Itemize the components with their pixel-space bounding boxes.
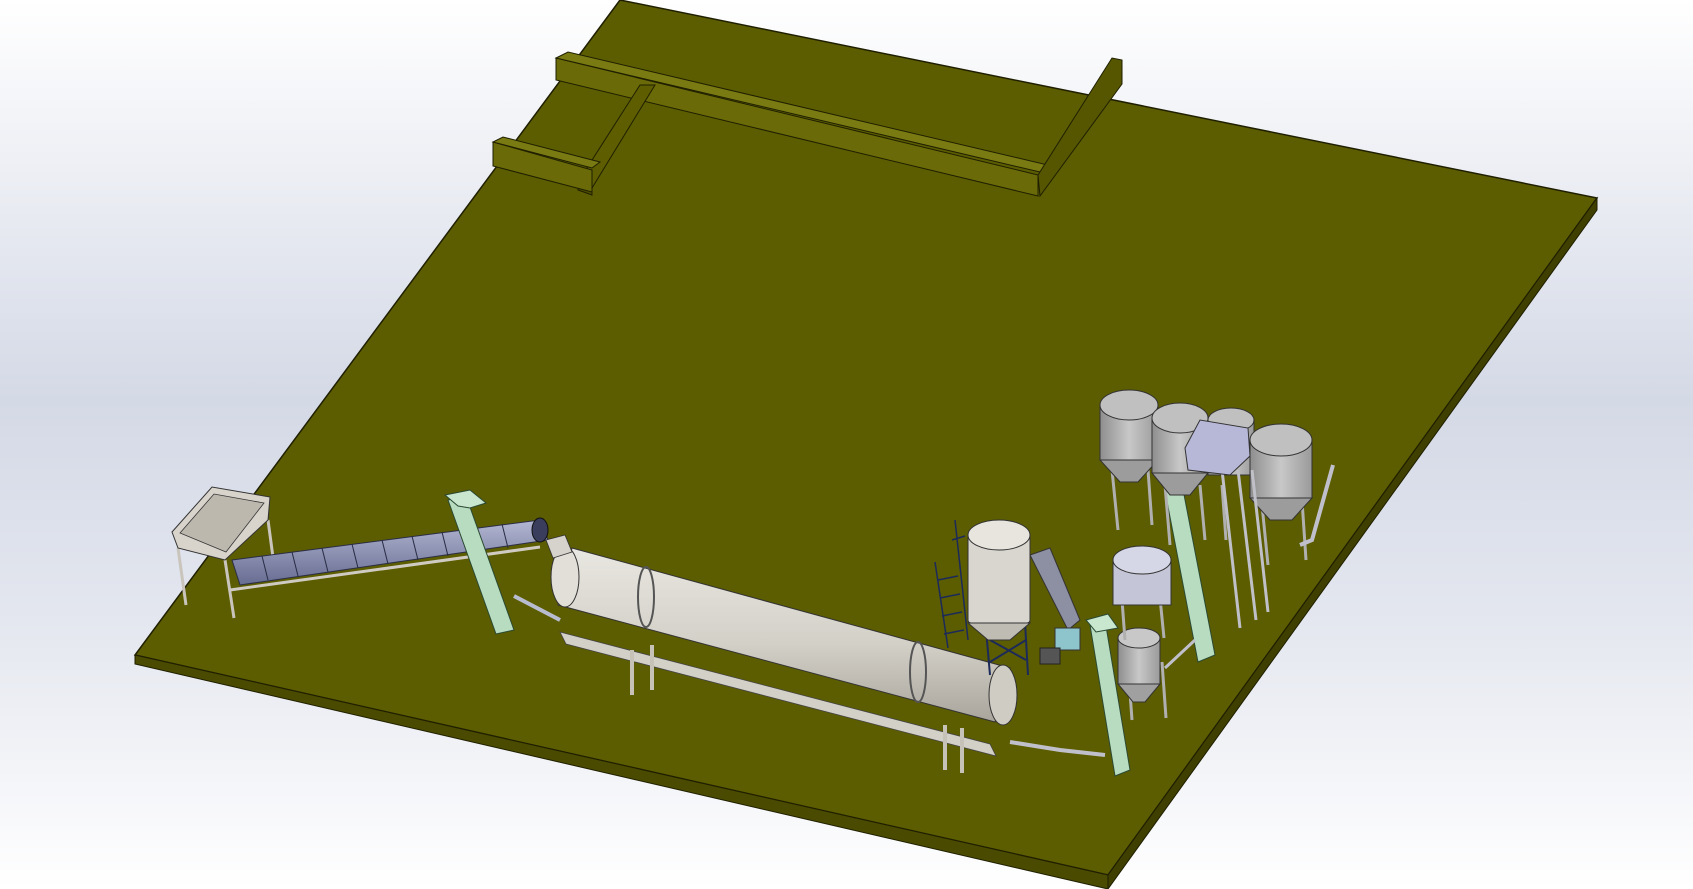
dryer-outlet-end — [988, 664, 1018, 726]
fan-motor — [1039, 647, 1061, 665]
plant-layout-3d-view — [0, 0, 1693, 889]
cad-viewport[interactable] — [0, 0, 1693, 889]
silo-top — [1099, 389, 1159, 421]
exhaust-fan — [1054, 627, 1081, 651]
silo-top — [1249, 423, 1313, 457]
cyclone-top — [967, 519, 1031, 551]
conveyor-end-cap — [531, 517, 549, 543]
tank-top — [1112, 545, 1172, 575]
